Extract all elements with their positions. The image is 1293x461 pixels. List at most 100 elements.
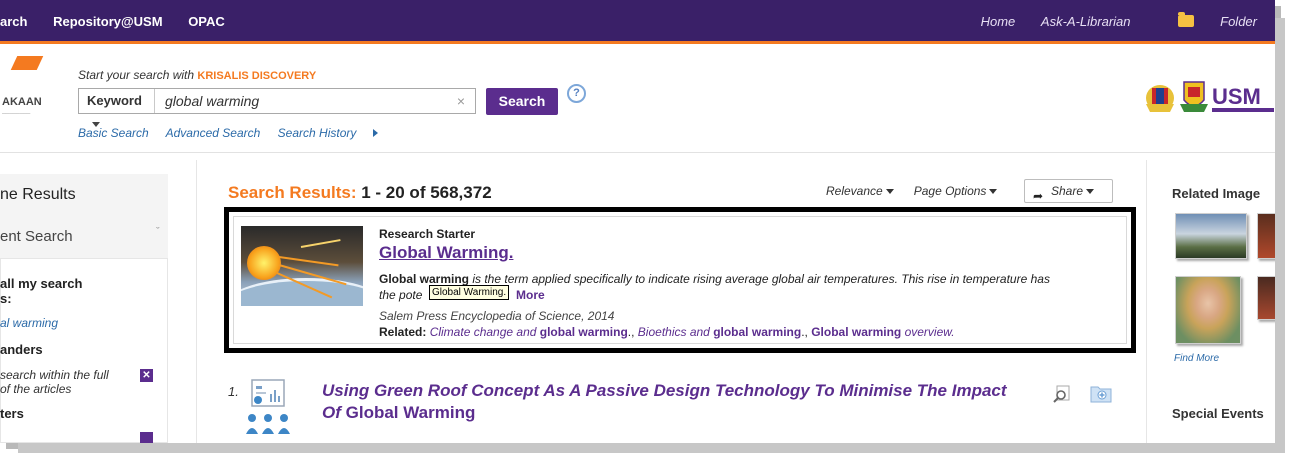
boolean-option[interactable]: all my search s: (0, 276, 82, 306)
page-options-dropdown[interactable]: Page Options (914, 184, 998, 198)
research-starter-highlight: Research Starter Global Warming. Global … (224, 207, 1136, 353)
frame-shadow-bottom (18, 443, 1285, 453)
nav-link-search[interactable]: arch (0, 14, 27, 29)
related-link-2[interactable]: Bioethics and global warming (638, 325, 801, 339)
more-link[interactable]: More (516, 288, 545, 302)
desc-highlight: Global warming (379, 272, 470, 286)
chevron-down-icon (989, 189, 998, 194)
desc-line2: the pote (379, 288, 423, 302)
dissertation-type-icon (246, 379, 290, 434)
expander-line2: of the articles (0, 382, 72, 396)
help-icon[interactable]: ? (567, 84, 586, 103)
usm-crest-icon (1180, 81, 1208, 112)
related-image-thumbnail[interactable] (1175, 213, 1247, 259)
current-search-heading[interactable]: ent Search (0, 228, 73, 245)
usm-logo[interactable]: USM (1144, 78, 1275, 118)
share-label: Share (1051, 184, 1084, 198)
results-label: Search Results: (228, 183, 357, 202)
triangle-right-icon (373, 129, 379, 137)
title-tooltip: Global Warming. (429, 285, 510, 300)
search-field-label: Keyword (87, 93, 142, 108)
chevron-down-icon (1086, 189, 1095, 194)
folder-label: Folder (1220, 14, 1257, 29)
related-link-2-text: Bioethics and (637, 325, 710, 339)
related-image-thumbnail[interactable] (1175, 276, 1241, 344)
related-link-2-bold: global warming (713, 325, 802, 339)
research-starter-label: Research Starter (379, 227, 476, 241)
research-starter-source: Salem Press Encyclopedia of Science, 201… (379, 309, 615, 323)
search-history-link[interactable]: Search History (278, 126, 393, 140)
special-events-heading: Special Events (1172, 406, 1264, 421)
research-starter-related: Related: Climate change and global warmi… (379, 325, 955, 339)
tagline-brand: KRISALIS DISCOVERY (197, 70, 317, 82)
left-sidebar: ne Results ent Search ˇ all my search s: … (0, 174, 168, 443)
related-link-3[interactable]: Global warming overview. (811, 325, 954, 339)
column-divider-right (1146, 160, 1147, 443)
boolean-option-line2: s: (0, 291, 12, 306)
chevron-down-icon (885, 189, 894, 194)
basic-search-link[interactable]: Basic Search (78, 126, 149, 140)
related-image-thumbnail[interactable] (1257, 213, 1275, 259)
search-field-dropdown[interactable]: Keyword (79, 89, 155, 127)
library-logo-text: AKAAN (2, 96, 42, 108)
sun-icon (247, 246, 281, 280)
result-title-bold: Global Warming (345, 403, 476, 422)
expanders-heading: anders (0, 342, 43, 357)
nav-link-ask-a-librarian[interactable]: Ask-A-Librarian (1041, 14, 1131, 29)
research-starter-title-link[interactable]: Global Warming. (379, 243, 513, 263)
sort-dropdown[interactable]: Relevance (826, 184, 894, 198)
tagline-prefix: Start your search with (78, 68, 195, 82)
nav-link-opac[interactable]: OPAC (188, 14, 225, 29)
result-title-link[interactable]: Using Green Roof Concept As A Passive De… (322, 380, 1012, 424)
share-button[interactable]: ➦ Share (1024, 179, 1113, 203)
nav-link-folder[interactable]: Folder (1156, 12, 1257, 29)
find-more-link[interactable]: Find More (1174, 353, 1219, 364)
frame-shadow-right (1275, 18, 1285, 451)
clear-icon[interactable]: × (457, 89, 465, 113)
expander-line1: search within the full (0, 368, 109, 382)
related-link-3-bold: Global warming (811, 325, 902, 339)
limiters-heading: ters (0, 406, 24, 421)
remove-expander-icon[interactable]: ✕ (140, 369, 153, 382)
search-box: Keyword global warming × (78, 88, 476, 127)
folder-icon (1178, 12, 1195, 27)
chevron-down-icon[interactable]: ˇ (156, 226, 160, 238)
search-input[interactable]: global warming (165, 89, 259, 113)
sort-label: Relevance (826, 184, 883, 198)
library-logo-mark[interactable] (10, 56, 44, 70)
refine-results-heading: ne Results (0, 186, 76, 203)
header-divider (0, 152, 1275, 153)
result-number: 1. (228, 384, 239, 399)
top-nav-left: arch Repository@USM OPAC (0, 14, 247, 29)
boolean-option-line1: all my search (0, 276, 83, 291)
related-link-1-text: Climate change and (429, 325, 537, 339)
related-label: Related: (379, 325, 427, 339)
expander-fulltext: search within the full of the articles (0, 368, 109, 396)
search-term-link[interactable]: al warming (0, 316, 58, 330)
top-nav-bar: arch Repository@USM OPAC Home Ask-A-Libr… (0, 0, 1275, 44)
preview-magnifier-icon[interactable] (1053, 385, 1071, 403)
add-to-folder-icon[interactable] (1090, 383, 1112, 403)
search-tagline: Start your search with KRISALIS DISCOVER… (78, 68, 316, 82)
results-heading: Search Results: 1 - 20 of 568,372 (228, 183, 492, 203)
related-image-thumbnail[interactable] (1257, 276, 1275, 320)
results-count: 1 - 20 of 568,372 (361, 183, 492, 202)
column-divider-left (196, 160, 197, 443)
search-button[interactable]: Search (486, 88, 558, 115)
search-sublinks: Basic Search Advanced Search Search Hist… (78, 126, 406, 140)
research-starter-card: Research Starter Global Warming. Global … (233, 216, 1127, 344)
related-link-1[interactable]: Climate change and global warming (430, 325, 628, 339)
share-icon: ➦ (1033, 189, 1044, 203)
desc-text: is the term applied specifically to indi… (469, 272, 1050, 286)
related-images-heading: Related Image (1172, 186, 1261, 201)
advanced-search-link[interactable]: Advanced Search (166, 126, 261, 140)
top-nav-right: Home Ask-A-Librarian Folder (959, 12, 1257, 29)
nav-link-home[interactable]: Home (981, 14, 1016, 29)
page-options-label: Page Options (913, 184, 987, 198)
nav-link-repository[interactable]: Repository@USM (53, 14, 162, 29)
research-starter-thumbnail[interactable] (241, 226, 363, 306)
malaysia-crest-icon (1146, 85, 1174, 112)
remove-limiter-icon[interactable] (140, 432, 153, 443)
library-logo-subtext: ──────── (2, 111, 31, 117)
search-history-label: Search History (277, 126, 357, 140)
